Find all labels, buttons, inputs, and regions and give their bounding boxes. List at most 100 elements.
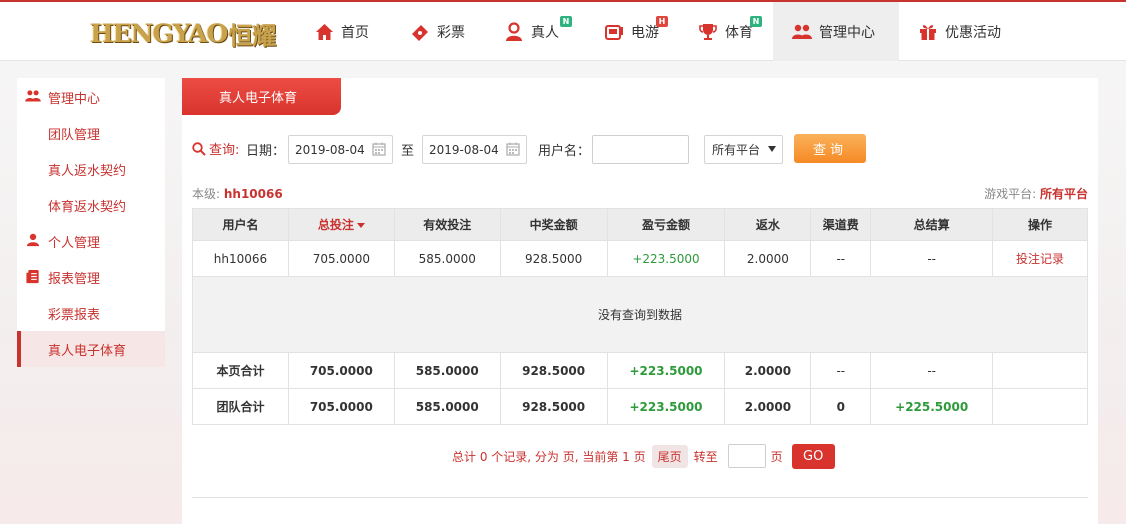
sort-desc-icon [356, 223, 365, 228]
col-header-total-bet[interactable]: 总投注 [287, 208, 395, 241]
level-label: 本级: [192, 187, 221, 201]
cell-winnings: 928.5000 [499, 240, 608, 277]
cell-total-bet: 705.0000 [287, 240, 395, 277]
start-date-value: 2019-08-04 [295, 142, 365, 157]
main-panel: 真人电子体育 查询: 日期： 2019-08-04 至 2019-08-04 用… [182, 78, 1098, 524]
current-level: 本级: hh10066 [192, 185, 283, 202]
platform-select[interactable]: 所有平台 [704, 135, 783, 164]
report-table: 用户名 总投注 有效投注 中奖金额 盈亏金额 返水 渠道费 总结算 操作 hh1… [192, 208, 1088, 425]
go-button[interactable]: GO [791, 443, 835, 469]
sidebar-item-live-rebate-contract[interactable]: 真人返水契约 [17, 151, 165, 187]
logo-text: HENGYAO [90, 18, 228, 48]
sidebar-item-label: 彩票报表 [48, 307, 101, 323]
cell-channel-fee: 0 [810, 388, 872, 425]
logo-chinese-text: 恒耀 [228, 21, 277, 50]
cell-rebate: 2.0000 [724, 240, 812, 277]
hengyao-logo[interactable]: HENGYAO 恒耀 [90, 16, 276, 50]
chevron-down-icon [768, 146, 776, 152]
nav-sports[interactable]: 体育 N [698, 2, 762, 61]
cell-winnings: 928.5000 [499, 388, 608, 425]
nav-label: 体育 [725, 24, 753, 41]
page-unit-label: 页 [770, 449, 783, 464]
nav-promotions[interactable]: 优惠活动 [918, 2, 1001, 61]
home-icon [314, 22, 334, 42]
table-header-row: 用户名 总投注 有效投注 中奖金额 盈亏金额 返水 渠道费 总结算 操作 [192, 208, 1088, 241]
username-label: 用户名： [538, 144, 591, 159]
platform-select-value: 所有平台 [712, 143, 761, 157]
col-header-username[interactable]: 用户名 [192, 208, 289, 241]
nav-label: 电游 [631, 24, 659, 41]
lottery-ticket-icon [410, 22, 430, 42]
sidebar-item-team-management[interactable]: 团队管理 [17, 115, 165, 151]
calendar-icon[interactable] [506, 142, 520, 156]
col-header-winnings[interactable]: 中奖金额 [499, 208, 608, 241]
col-header-total-settlement[interactable]: 总结算 [870, 208, 994, 241]
col-header-valid-bet[interactable]: 有效投注 [393, 208, 501, 241]
new-badge: N [750, 16, 762, 27]
last-page-button[interactable]: 尾页 [651, 444, 688, 468]
nav-home[interactable]: 首页 [314, 2, 369, 61]
cell-total-settlement: -- [870, 240, 994, 277]
sidebar: 管理中心 团队管理 真人返水契约 体育返水契约 个人管理 报表管理 彩票报表 真… [17, 78, 165, 367]
sidebar-item-management-center[interactable]: 管理中心 [17, 79, 165, 115]
platform-label: 游戏平台: [984, 187, 1037, 201]
cell-rebate: 2.0000 [724, 352, 812, 389]
username-input[interactable] [592, 135, 689, 164]
nav-live[interactable]: 真人 N [504, 2, 572, 61]
report-document-icon [25, 269, 41, 285]
cell-channel-fee: -- [810, 240, 872, 277]
query-label: 查询: [192, 139, 239, 158]
nav-management[interactable]: 管理中心 [773, 2, 899, 61]
nav-egames[interactable]: 电游 H [604, 2, 668, 61]
cell-actions [992, 352, 1088, 389]
cell-profit-loss: +223.5000 [606, 240, 726, 277]
sidebar-item-label: 真人返水契约 [48, 163, 127, 179]
sidebar-item-label: 体育返水契约 [48, 199, 127, 215]
empty-row: 没有查询到数据 [192, 276, 1088, 353]
start-date-input[interactable]: 2019-08-04 [288, 135, 393, 164]
nav-lottery[interactable]: 彩票 [410, 2, 465, 61]
person-icon [25, 233, 41, 249]
sidebar-item-report-management[interactable]: 报表管理 [17, 259, 165, 295]
top-navigation-bar: HENGYAO 恒耀 首页 彩票 真人 N 电游 H 体育 N 管理中心 优惠活… [0, 0, 1126, 61]
cell-total-label: 本页合计 [192, 352, 289, 389]
sidebar-item-sports-rebate-contract[interactable]: 体育返水契约 [17, 187, 165, 223]
tab-live-egame-sports[interactable]: 真人电子体育 [182, 78, 341, 115]
cell-total-settlement: +225.5000 [870, 388, 994, 425]
search-button[interactable]: 查询 [794, 134, 866, 163]
pagination: 总计 0 个记录, 分为 页, 当前第 1 页 尾页 转至 页 GO [452, 443, 835, 469]
cell-total-label: 团队合计 [192, 388, 289, 425]
new-badge: N [560, 16, 572, 27]
cell-rebate: 2.0000 [724, 388, 812, 425]
col-header-profit-loss[interactable]: 盈亏金额 [606, 208, 726, 241]
cell-actions [992, 388, 1088, 425]
query-label-text: 查询: [209, 143, 240, 158]
date-label: 日期： [246, 144, 286, 159]
cell-winnings: 928.5000 [499, 352, 608, 389]
empty-message: 没有查询到数据 [192, 276, 1088, 353]
calendar-icon[interactable] [372, 142, 386, 156]
cell-total-bet: 705.0000 [287, 388, 395, 425]
nav-label: 管理中心 [819, 24, 875, 41]
cell-valid-bet: 585.0000 [393, 388, 501, 425]
end-date-input[interactable]: 2019-08-04 [422, 135, 527, 164]
slot-machine-icon [604, 22, 624, 42]
gift-icon [918, 22, 938, 42]
sidebar-item-lottery-report[interactable]: 彩票报表 [17, 295, 165, 331]
sidebar-item-label: 团队管理 [48, 127, 101, 143]
page-total-row: 本页合计 705.0000 585.0000 928.5000 +223.500… [192, 352, 1088, 389]
col-header-rebate[interactable]: 返水 [724, 208, 812, 241]
sidebar-item-live-egame-sports[interactable]: 真人电子体育 [17, 331, 165, 367]
end-date-value: 2019-08-04 [429, 142, 499, 157]
search-icon [192, 141, 206, 156]
col-header-channel-fee[interactable]: 渠道费 [810, 208, 872, 241]
sidebar-item-personal-management[interactable]: 个人管理 [17, 223, 165, 259]
team-total-row: 团队合计 705.0000 585.0000 928.5000 +223.500… [192, 388, 1088, 425]
page-number-input[interactable] [727, 444, 766, 468]
hot-badge: H [656, 16, 668, 27]
live-dealer-icon [504, 21, 524, 42]
bet-record-link[interactable]: 投注记录 [992, 240, 1088, 277]
nav-label: 优惠活动 [945, 24, 1001, 41]
sidebar-item-label: 真人电子体育 [48, 343, 127, 359]
level-username: hh10066 [223, 187, 283, 201]
